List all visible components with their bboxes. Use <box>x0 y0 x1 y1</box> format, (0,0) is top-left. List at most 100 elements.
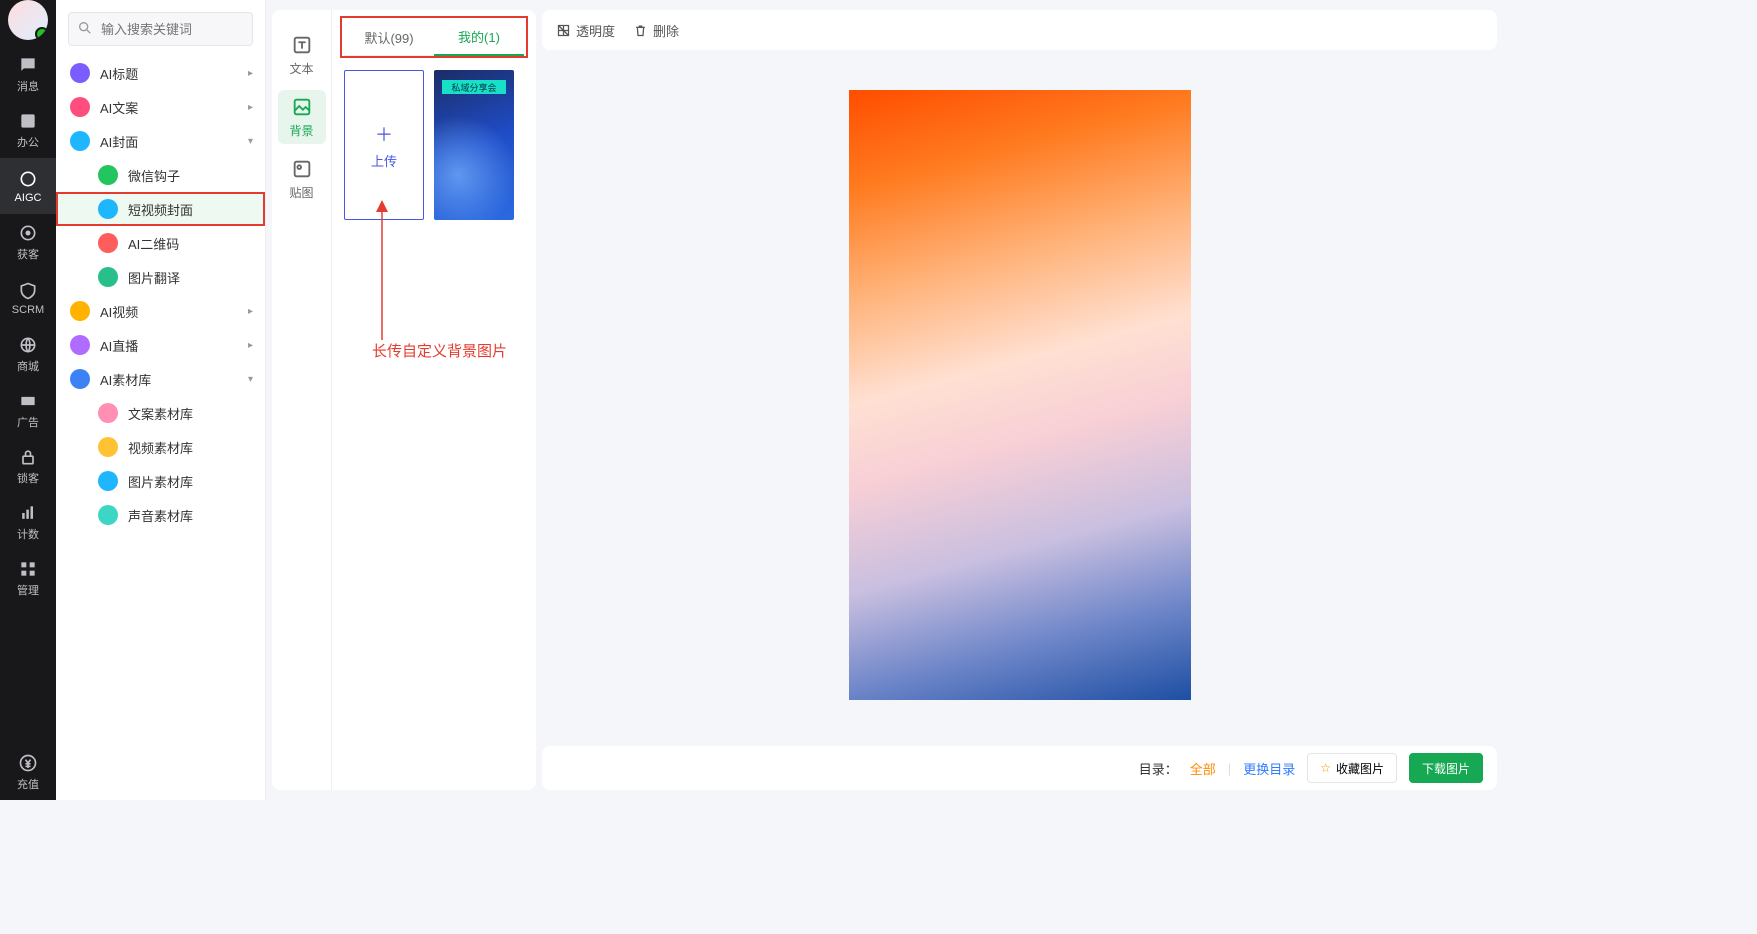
delete-button[interactable]: 删除 <box>633 21 679 40</box>
asset-grid: ＋ 上传 私域分享会 <box>344 70 524 220</box>
menu-icon <box>98 403 118 423</box>
opacity-icon <box>556 23 571 38</box>
search-input[interactable] <box>68 12 253 46</box>
sidebar-item[interactable]: AI直播 ▸ <box>56 328 265 362</box>
avatar[interactable] <box>8 0 48 40</box>
rail-label: 办公 <box>17 134 39 150</box>
rail-aigc[interactable]: AIGC <box>0 158 56 214</box>
nav-rail: 消息 办公 AIGC 获客 SCRM 商城 广告 锁客 计数 管理 充值 <box>0 0 56 800</box>
canvas-topbar: 透明度 删除 <box>542 10 1497 50</box>
rail-messages[interactable]: 消息 <box>0 46 56 102</box>
upload-label: 上传 <box>371 151 397 170</box>
lock-icon <box>18 447 38 467</box>
rail-office[interactable]: 办公 <box>0 102 56 158</box>
ads-icon <box>18 391 38 411</box>
rail-ads[interactable]: 广告 <box>0 382 56 438</box>
favorite-button[interactable]: ☆ 收藏图片 <box>1307 753 1397 783</box>
sidebar-subitem[interactable]: AI二维码 <box>56 226 265 260</box>
tool-sticker[interactable]: 贴图 <box>278 152 326 206</box>
stage[interactable] <box>542 50 1497 740</box>
rail-recharge[interactable]: 充值 <box>0 744 56 800</box>
menu-label: AI视频 <box>100 302 138 321</box>
menu-label: 微信钩子 <box>128 166 180 185</box>
favorite-label: 收藏图片 <box>1336 760 1384 777</box>
chart-icon <box>18 503 38 523</box>
tab-default[interactable]: 默认(99) <box>344 28 434 55</box>
sidebar-item[interactable]: AI标题▸ <box>56 56 265 90</box>
sidebar-item[interactable]: AI素材库▾ <box>56 362 265 396</box>
sidebar-subitem[interactable]: 微信钩子 <box>56 158 265 192</box>
footer-bar: 目录： 全部 | 更换目录 ☆收藏图片 下载图片 <box>542 746 1497 790</box>
tool-label: 贴图 <box>289 184 313 201</box>
chevron-right-icon: ▸ <box>248 340 253 351</box>
menu-label: 视频素材库 <box>128 438 193 457</box>
contacts-icon <box>18 111 38 131</box>
sidebar-subitem[interactable]: 视频素材库 <box>56 430 265 464</box>
rail-mall[interactable]: 商城 <box>0 326 56 382</box>
menu-icon <box>70 63 90 83</box>
menu-icon <box>98 437 118 457</box>
tool-label: 背景 <box>289 122 313 139</box>
rail-acquire[interactable]: 获客 <box>0 214 56 270</box>
menu-label: 文案素材库 <box>128 404 193 423</box>
chevron-right-icon: ▸ <box>248 306 253 317</box>
tabs: 默认(99) 我的(1) <box>344 20 524 56</box>
sidebar-subitem[interactable]: 图片翻译 <box>56 260 265 294</box>
tool-label: 文本 <box>289 60 313 77</box>
chevron-right-icon: ▸ <box>248 102 253 113</box>
sidebar-subitem[interactable]: 声音素材库 <box>56 498 265 532</box>
menu-icon <box>70 369 90 389</box>
sidebar: AI标题▸AI文案▸AI封面▾微信钩子短视频封面AI二维码图片翻译AI视频▸AI… <box>56 0 266 800</box>
sidebar-subitem[interactable]: 短视频封面 <box>56 192 265 226</box>
tool-background[interactable]: 背景 <box>278 90 326 144</box>
globe-icon <box>18 335 38 355</box>
menu-label: AI封面 <box>100 132 138 151</box>
opacity-button[interactable]: 透明度 <box>556 21 615 40</box>
menu-icon <box>98 199 118 219</box>
menu-icon <box>98 471 118 491</box>
sidebar-subitem[interactable]: 图片素材库 <box>56 464 265 498</box>
dir-all[interactable]: 全部 <box>1190 759 1216 778</box>
rail-stats[interactable]: 计数 <box>0 494 56 550</box>
menu-icon <box>70 97 90 117</box>
tool-text[interactable]: 文本 <box>278 28 326 82</box>
bg-thumbnail[interactable]: 私域分享会 <box>434 70 514 220</box>
change-dir-button[interactable]: 更换目录 <box>1243 759 1295 778</box>
menu-label: AI文案 <box>100 98 138 117</box>
opacity-label: 透明度 <box>576 21 615 40</box>
upload-card[interactable]: ＋ 上传 <box>344 70 424 220</box>
canvas-area: 透明度 删除 目录： 全部 | 更换目录 ☆收藏图片 下载图片 <box>542 10 1497 790</box>
artboard[interactable] <box>849 90 1191 700</box>
sidebar-item[interactable]: AI文案 ▸ <box>56 90 265 124</box>
download-button[interactable]: 下载图片 <box>1409 753 1483 783</box>
rail-label: 广告 <box>17 414 39 430</box>
sidebar-subitem[interactable]: 文案素材库 <box>56 396 265 430</box>
menu-label: 图片素材库 <box>128 472 193 491</box>
rail-label: 锁客 <box>17 470 39 486</box>
ai-icon <box>18 169 38 189</box>
star-icon: ☆ <box>1320 761 1331 775</box>
dir-label: 目录： <box>1139 759 1178 778</box>
menu-icon <box>70 131 90 151</box>
rail-lock[interactable]: 锁客 <box>0 438 56 494</box>
search-icon <box>77 20 93 39</box>
rail-label: SCRM <box>12 304 44 316</box>
menu-label: 声音素材库 <box>128 506 193 525</box>
rail-manage[interactable]: 管理 <box>0 550 56 606</box>
sidebar-item[interactable]: AI视频 ▸ <box>56 294 265 328</box>
grid-icon <box>18 559 38 579</box>
rail-scrm[interactable]: SCRM <box>0 270 56 326</box>
plus-icon: ＋ <box>375 121 393 147</box>
menu-label: AI直播 <box>100 336 138 355</box>
image-icon <box>291 96 313 118</box>
tab-highlight-box: 默认(99) 我的(1) <box>342 18 526 56</box>
delete-label: 删除 <box>653 21 679 40</box>
rail-label: 消息 <box>17 78 39 94</box>
search-wrap <box>68 12 253 46</box>
sidebar-menu: AI标题▸AI文案▸AI封面▾微信钩子短视频封面AI二维码图片翻译AI视频▸AI… <box>56 56 265 800</box>
menu-label: 图片翻译 <box>128 268 180 287</box>
tab-mine[interactable]: 我的(1) <box>434 27 524 56</box>
chat-icon <box>18 55 38 75</box>
sidebar-item[interactable]: AI封面▾ <box>56 124 265 158</box>
menu-label: AI标题 <box>100 64 138 83</box>
